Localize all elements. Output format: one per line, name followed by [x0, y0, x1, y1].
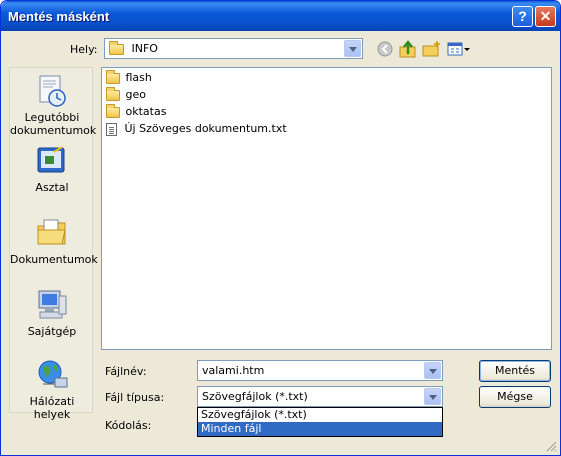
places-item-documents[interactable]: Dokumentumok [10, 216, 98, 266]
dropdown-option-selected[interactable]: Minden fájl [198, 422, 442, 436]
chevron-down-icon[interactable] [344, 40, 361, 57]
filetype-value: Szövegfájlok (*.txt) [202, 390, 308, 403]
window-title: Mentés másként [8, 9, 110, 24]
chevron-down-icon[interactable] [424, 388, 441, 405]
close-button[interactable]: ✕ [535, 6, 556, 27]
places-label-recent: Legutóbbi dokumentumok [10, 111, 97, 137]
filename-label: Fájlnév: [105, 365, 147, 378]
view-menu-icon[interactable] [447, 40, 471, 58]
recent-documents-icon [35, 74, 69, 108]
folder-icon [106, 103, 120, 118]
filetype-combo[interactable]: Szövegfájlok (*.txt) [197, 386, 443, 407]
filename-combo[interactable]: valami.htm [197, 360, 443, 381]
file-name: oktatas [125, 105, 167, 118]
list-item[interactable]: oktatas [106, 103, 167, 121]
filetype-label: Fájl típusa: [105, 391, 165, 404]
folder-icon [106, 69, 120, 84]
places-label-network: Hálózati helyek [29, 395, 75, 421]
back-icon[interactable] [377, 40, 393, 58]
places-item-computer[interactable]: Sajátgép [10, 288, 94, 338]
file-list[interactable]: flash geo oktatas Új Szöveges dokumentum… [101, 67, 552, 350]
save-button[interactable]: Mentés [479, 360, 551, 382]
save-as-dialog: Mentés másként ? ✕ Hely: INFO Legutóbbi … [0, 0, 561, 456]
chevron-down-icon[interactable] [424, 362, 441, 379]
places-label-desktop: Asztal [35, 181, 69, 194]
cancel-button[interactable]: Mégse [479, 386, 551, 408]
new-folder-icon[interactable] [422, 40, 442, 58]
folder-icon [106, 86, 120, 101]
filename-value: valami.htm [202, 364, 265, 377]
desktop-icon [35, 144, 69, 178]
list-item[interactable]: geo [106, 86, 146, 104]
resize-grip-icon[interactable] [545, 440, 557, 452]
location-value: INFO [131, 42, 158, 55]
encoding-label: Kódolás: [105, 419, 152, 432]
list-item[interactable]: Új Szöveges dokumentum.txt [106, 122, 287, 138]
filetype-dropdown-list[interactable]: Szövegfájlok (*.txt) Minden fájl [197, 407, 443, 437]
list-item[interactable]: flash [106, 69, 152, 87]
network-places-icon [35, 358, 69, 392]
up-folder-icon[interactable] [399, 40, 417, 58]
places-bar: Legutóbbi dokumentumok Asztal Dokumentum… [9, 67, 98, 421]
help-button[interactable]: ? [512, 6, 533, 27]
places-label-documents: Dokumentumok [10, 253, 98, 266]
places-item-network[interactable]: Hálózati helyek [10, 358, 94, 421]
location-label: Hely: [70, 43, 98, 56]
title-bar[interactable]: Mentés másként ? ✕ [1, 1, 560, 31]
my-documents-icon [35, 216, 69, 250]
file-name: geo [125, 88, 146, 101]
places-item-desktop[interactable]: Asztal [10, 144, 94, 194]
file-name: flash [125, 71, 152, 84]
text-file-icon [106, 122, 117, 136]
dropdown-option[interactable]: Szövegfájlok (*.txt) [198, 408, 442, 422]
folder-icon [109, 40, 124, 55]
location-combo[interactable]: INFO [104, 38, 363, 59]
file-name: Új Szöveges dokumentum.txt [124, 122, 287, 135]
my-computer-icon [35, 288, 69, 322]
places-label-computer: Sajátgép [27, 325, 77, 338]
places-item-recent[interactable]: Legutóbbi dokumentumok [10, 74, 97, 137]
